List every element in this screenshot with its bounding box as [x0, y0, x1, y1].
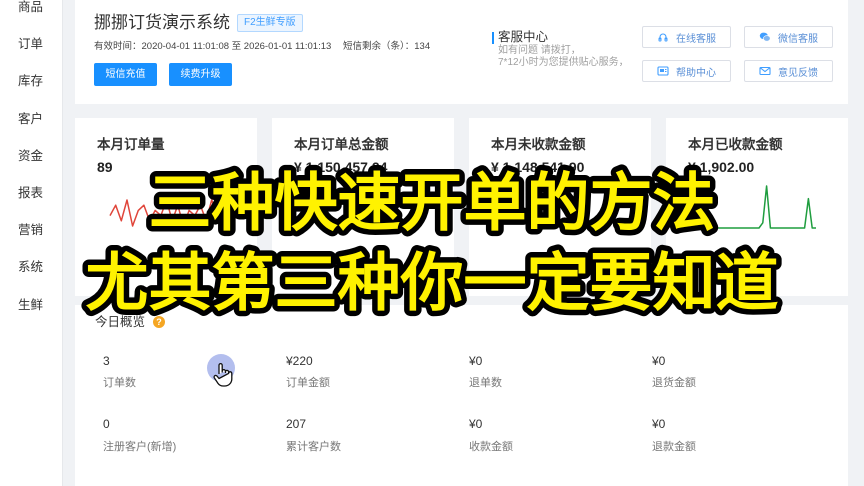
overview-label-refunds: 退款金额 — [652, 441, 696, 453]
validity-period: 有效时间：2020-04-01 11:01:08 至 2026-01-01 11… — [94, 41, 332, 52]
sidebar-item-funds[interactable]: 资金 — [0, 138, 62, 175]
stat-card-monthly-received[interactable]: 本月已收款金额 ¥ 1,902.00 — [666, 118, 848, 296]
wechat-service-label: 微信客服 — [778, 33, 818, 45]
overview-value-collected: ¥0 — [469, 417, 483, 431]
sidebar-item-products[interactable]: 商品 — [0, 0, 62, 26]
feedback-button[interactable]: 意见反馈 — [744, 60, 833, 82]
overview-label-return-amount: 退货金额 — [652, 377, 696, 389]
sparkline-line — [702, 185, 816, 229]
stat-label: 本月订单总金额 — [294, 137, 389, 152]
overview-value-refunds: ¥0 — [652, 417, 666, 431]
stat-value: ¥ 1,150,457.24 — [294, 159, 388, 175]
service-center-accent-bar — [492, 32, 494, 44]
overview-value-order-amount: ¥220 — [286, 354, 313, 368]
sms-remaining-count: 134 — [414, 41, 431, 52]
sms-remaining-label: 短信剩余（条）： — [343, 41, 415, 52]
renew-upgrade-button[interactable]: 续费升级 — [169, 63, 232, 86]
overview-value-orders: 3 — [103, 354, 110, 368]
edition-badge: F2生鲜专版 — [237, 14, 303, 32]
sms-recharge-button[interactable]: 短信充值 — [94, 63, 157, 86]
stat-label: 本月订单量 — [97, 137, 165, 152]
overview-value-total-customers: 207 — [286, 417, 307, 431]
stat-card-monthly-unpaid[interactable]: 本月未收款金额 ¥ 1,148,541.90 环比 — [469, 118, 651, 296]
orders-sparkline — [109, 199, 241, 227]
sidebar-item-customers[interactable]: 客户 — [0, 101, 62, 138]
wechat-service-button[interactable]: 微信客服 — [744, 26, 833, 48]
overview-value-return-amount: ¥0 — [652, 354, 666, 368]
overview-label-returns: 退单数 — [469, 377, 502, 389]
account-card: 挪挪订货演示系统 F2生鲜专版 有效时间：2020-04-01 11:01:08… — [75, 0, 848, 104]
service-center-text-line2: 7*12小时为您提供贴心服务， — [498, 57, 629, 68]
stat-label: 本月已收款金额 — [688, 137, 783, 152]
sparkline-line — [109, 199, 241, 227]
stat-value: ¥ 1,902.00 — [688, 159, 755, 175]
overview-label-collected: 收款金额 — [469, 441, 513, 453]
help-center-button[interactable]: 帮助中心 — [642, 60, 731, 82]
online-service-label: 在线客服 — [676, 33, 716, 45]
sidebar-menu: 商品 订单 库存 客户 资金 报表 营销 系统 生鲜 — [0, 0, 62, 324]
envelope-icon — [759, 65, 771, 77]
overview-value-returns: ¥0 — [469, 354, 483, 368]
service-center-title: 客服中心 — [498, 30, 549, 44]
help-center-label: 帮助中心 — [676, 67, 716, 79]
today-overview-title: 今日概览 — [95, 315, 146, 329]
overview-label-total-customers: 累计客户数 — [286, 441, 341, 453]
feedback-label: 意见反馈 — [778, 67, 818, 79]
overview-label-new-customers: 注册客户(新增) — [103, 441, 177, 453]
help-icon[interactable]: ? — [153, 316, 165, 328]
hand-pointer-icon — [213, 363, 233, 387]
sms-remaining: 短信剩余（条）：134 — [343, 41, 430, 53]
stat-value: 89 — [97, 159, 113, 175]
received-sparkline — [702, 185, 816, 229]
online-service-button[interactable]: 在线客服 — [642, 26, 731, 48]
stat-card-monthly-order-amount[interactable]: 本月订单总金额 ¥ 1,150,457.24 — [272, 118, 454, 296]
today-overview-card: 今日概览 ? 3 订单数 ¥220 订单金额 ¥0 退单数 ¥0 退货金额 0 … — [75, 305, 848, 486]
app-title: 挪挪订货演示系统 — [94, 13, 230, 32]
wechat-icon — [759, 31, 771, 43]
sidebar-item-inventory[interactable]: 库存 — [0, 63, 62, 100]
overview-label-orders: 订单数 — [103, 377, 136, 389]
sidebar-item-orders[interactable]: 订单 — [0, 26, 62, 63]
overview-label-order-amount: 订单金额 — [286, 377, 330, 389]
headset-icon — [657, 31, 669, 43]
period-comparison-label: 环比 — [505, 278, 525, 289]
stat-label: 本月未收款金额 — [491, 137, 586, 152]
sidebar-item-reports[interactable]: 报表 — [0, 175, 62, 212]
stat-value: ¥ 1,148,541.90 — [491, 159, 585, 175]
service-center-text-line1: 如有问题 请拨打， — [498, 45, 581, 56]
overview-value-new-customers: 0 — [103, 417, 110, 431]
stat-card-monthly-orders[interactable]: 本月订单量 89 — [75, 118, 257, 296]
sidebar-item-system[interactable]: 系统 — [0, 249, 62, 286]
sidebar-item-fresh[interactable]: 生鲜 — [0, 287, 62, 324]
sidebar-item-marketing[interactable]: 营销 — [0, 212, 62, 249]
monitor-icon — [657, 65, 669, 77]
sidebar: 商品 订单 库存 客户 资金 报表 营销 系统 生鲜 — [0, 0, 63, 486]
